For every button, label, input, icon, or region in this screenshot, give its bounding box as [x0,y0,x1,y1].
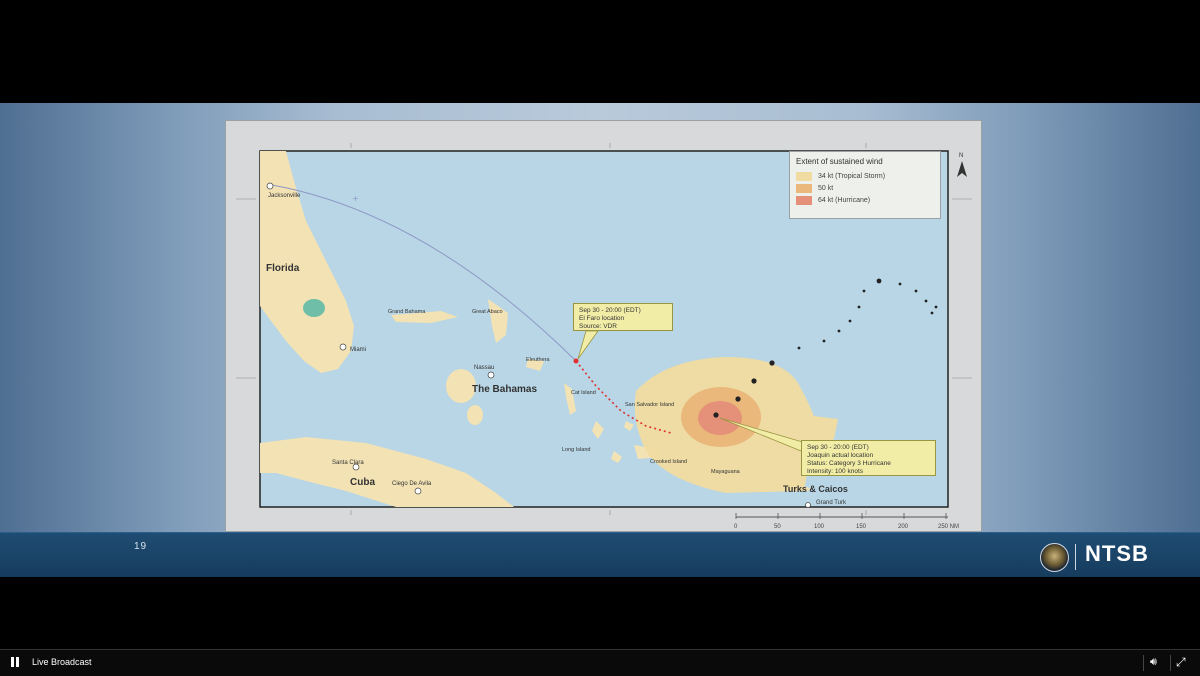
el-faro-callout-line-3: Source: VDR [579,323,617,330]
el-faro-callout: Sep 30 - 20:00 (EDT) El Faro location So… [573,303,673,331]
legend-label-34kt: 34 kt (Tropical Storm) [818,173,886,180]
presentation-slide: + Jacksonville Florida Miami Grand Baham… [225,120,982,532]
label-jacksonville: Jacksonville [268,193,301,199]
fullscreen-button[interactable]: ⤢ [1176,655,1192,671]
control-separator [1143,655,1144,671]
el-faro-callout-line-1: Sep 30 - 20:00 (EDT) [579,307,641,314]
track-crosshair: + [352,194,359,203]
pause-icon-bar-right [16,657,19,667]
label-mayaguana: Mayaguana [711,469,741,475]
volume-icon: 🔊︎ [1150,656,1157,668]
label-florida: Florida [266,263,300,274]
ntsb-logo-text: NTSB [1085,541,1149,566]
legend-label-50kt: 50 kt [818,185,834,192]
volume-button[interactable]: 🔊︎ [1150,656,1166,670]
joaquin-callout-line-4: Intensity: 100 knots [807,468,864,475]
legend-swatch-50kt [796,184,812,193]
ntsb-seal-icon [1040,543,1069,572]
player-control-bar: Live Broadcast 🔊︎ ⤢ [0,649,1200,676]
label-san-salvador: San Salvador Island [625,402,674,408]
slide-number: 19 [134,541,148,552]
scale-tick-150: 150 [856,524,867,530]
legend-item-64kt: 64 kt (Hurricane) [796,196,934,205]
scale-tick-200: 200 [898,524,909,530]
label-nassau: Nassau [474,365,494,371]
label-cat-island: Cat Island [571,390,596,396]
north-arrow-icon: N [957,153,967,177]
joaquin-callout-line-2: Joaquin actual location [807,452,874,459]
scale-tick-50: 50 [774,524,781,530]
brand-divider [1075,544,1076,570]
pause-button[interactable] [9,657,23,669]
label-the-bahamas: The Bahamas [472,384,537,395]
joaquin-callout-line-1: Sep 30 - 20:00 (EDT) [807,444,869,451]
video-stage: + Jacksonville Florida Miami Grand Baham… [0,103,1200,577]
legend-item-34kt: 34 kt (Tropical Storm) [796,172,934,181]
pause-icon-bar-left [11,657,14,667]
presentation-footer-bar [0,532,1200,577]
legend-swatch-64kt [796,196,812,205]
map-legend: Extent of sustained wind 34 kt (Tropical… [789,151,941,219]
label-miami: Miami [350,347,366,353]
expand-icon: ⤢ [1176,655,1186,669]
live-broadcast-label: Live Broadcast [32,657,92,667]
legend-title: Extent of sustained wind [796,157,883,166]
label-santa-clara: Santa Clara [332,460,364,466]
el-faro-location-marker [573,358,579,364]
svg-text:+: + [352,194,359,203]
joaquin-callout-line-3: Status: Category 3 Hurricane [807,460,891,467]
scale-tick-250: 250 NM [938,524,959,530]
lake-okeechobee [303,299,325,317]
legend-swatch-34kt [796,172,812,181]
label-crooked-island: Crooked Island [650,459,687,465]
scale-tick-0: 0 [734,524,738,530]
scale-bar: 0 50 100 150 200 250 NM [734,513,959,530]
label-great-abaco: Great Abaco [472,309,503,315]
label-cuba: Cuba [350,477,375,488]
label-eleuthera: Eleuthera [526,357,550,363]
control-separator [1170,655,1171,671]
label-grand-turk: Grand Turk [816,500,847,506]
label-long-island: Long Island [562,447,590,453]
joaquin-callout: Sep 30 - 20:00 (EDT) Joaquin actual loca… [801,440,936,476]
label-grand-bahama: Grand Bahama [388,309,426,315]
legend-item-50kt: 50 kt [796,184,934,193]
label-ciego-de-avila: Ciego De Avila [392,481,432,487]
el-faro-callout-line-2: El Faro location [579,315,625,322]
legend-label-64kt: 64 kt (Hurricane) [818,197,871,204]
svg-text:N: N [959,153,963,159]
scale-tick-100: 100 [814,524,825,530]
label-turks-caicos: Turks & Caicos [783,484,848,494]
